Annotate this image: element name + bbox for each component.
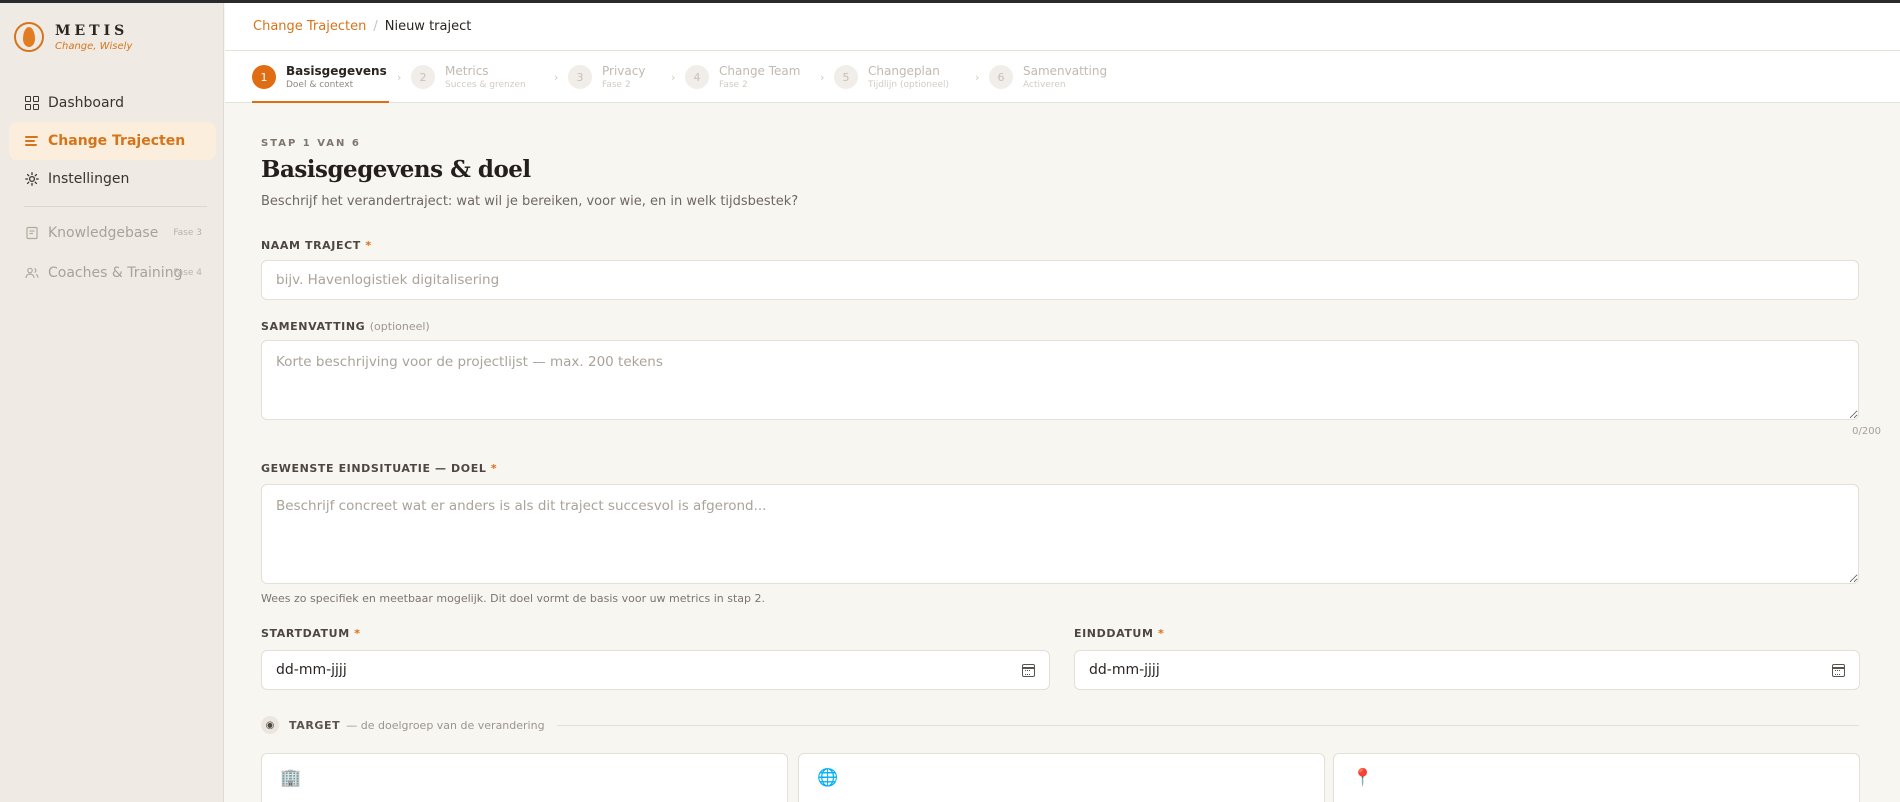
target-label: TARGET [289, 718, 341, 732]
brand-tagline: Change, Wisely [55, 41, 133, 52]
date-value: dd-mm-jjjj [1089, 662, 1160, 678]
brand[interactable]: METIS Change, Wisely [14, 20, 214, 60]
brand-name: METIS [55, 23, 129, 39]
step-number: 2 [411, 65, 435, 89]
step-number: 4 [685, 65, 709, 89]
breadcrumb-separator: / [373, 19, 378, 34]
step-number: 1 [252, 65, 276, 89]
step-title: Metrics [445, 64, 489, 78]
page-subtitle: Beschrijf het verandertraject: wat wil j… [261, 194, 799, 209]
chevron-right-icon: › [820, 71, 825, 84]
sidebar-item-label: Instellingen [48, 171, 130, 187]
samenvatting-textarea[interactable] [261, 340, 1859, 420]
sidebar-item-dashboard[interactable]: Dashboard [9, 84, 216, 122]
breadcrumb-current: Nieuw traject [384, 19, 472, 34]
chevron-right-icon: › [554, 71, 559, 84]
doel-textarea[interactable] [261, 484, 1859, 584]
target-card-location[interactable]: 📍 [1333, 753, 1860, 802]
step-title: Privacy [602, 64, 646, 78]
sidebar-item-label: Knowledgebase [48, 225, 159, 241]
dashboard-grid-icon [25, 96, 39, 110]
character-counter: 0/200 [1852, 426, 1881, 437]
step-subtitle: Tijdlijn (optioneel) [868, 80, 950, 90]
target-section-header: ◉ TARGET — de doelgroep van de veranderi… [261, 716, 1859, 734]
chevron-right-icon: › [397, 71, 402, 84]
chevron-right-icon: › [671, 71, 676, 84]
pin-icon: 📍 [1352, 768, 1374, 788]
doel-label: GEWENSTE EINDSITUATIE — DOEL * [261, 462, 498, 475]
samenvatting-label: SAMENVATTING (optioneel) [261, 320, 430, 333]
breadcrumb: Change Trajecten / Nieuw traject [225, 3, 1900, 51]
list-icon [25, 134, 39, 148]
step-subtitle: Doel & context [286, 80, 354, 90]
eye-icon: ◉ [261, 716, 279, 734]
startdatum-label: STARTDATUM * [261, 627, 361, 640]
sidebar-item-knowledgebase[interactable]: Knowledgebase Fase 3 [9, 214, 216, 252]
active-step-indicator [252, 101, 389, 103]
step-title: Basisgegevens [286, 64, 387, 78]
step-number: 5 [834, 65, 858, 89]
sidebar-item-label: Coaches & Training [48, 265, 183, 281]
doel-hint: Wees zo specifiek en meetbaar mogelijk. … [261, 592, 765, 605]
step-privacy[interactable]: 3 Privacy Fase 2 [568, 51, 645, 103]
step-samenvatting[interactable]: 6 Samenvatting Activeren [989, 51, 1107, 103]
sidebar-item-label: Change Trajecten [48, 133, 186, 149]
step-subtitle: Fase 2 [602, 80, 631, 90]
step-number: 6 [989, 65, 1013, 89]
calendar-icon[interactable] [1022, 664, 1035, 677]
step-change-team[interactable]: 4 Change Team Fase 2 [685, 51, 800, 103]
startdatum-input[interactable]: dd-mm-jjjj [261, 650, 1050, 690]
naam-traject-label: NAAM TRAJECT * [261, 239, 372, 252]
sidebar: METIS Change, Wisely Dashboard Change Tr… [0, 3, 224, 802]
section-divider [556, 724, 1859, 726]
chevron-right-icon: › [975, 71, 980, 84]
building-icon: 🏢 [280, 768, 302, 788]
step-subtitle: Fase 2 [719, 80, 748, 90]
sidebar-item-change-trajecten[interactable]: Change Trajecten [9, 122, 216, 160]
page-title: Basisgegevens & doel [261, 156, 531, 183]
sidebar-item-label: Dashboard [48, 95, 124, 111]
step-title: Samenvatting [1023, 64, 1108, 78]
logo-icon [14, 22, 44, 52]
target-card-organisation[interactable]: 🏢 [261, 753, 788, 802]
step-changeplan[interactable]: 5 Changeplan Tijdlijn (optioneel) [834, 51, 949, 103]
step-indicator: STAP 1 VAN 6 [261, 138, 361, 149]
step-title: Change Team [719, 64, 801, 78]
einddatum-input[interactable]: dd-mm-jjjj [1074, 650, 1860, 690]
einddatum-label: EINDDATUM * [1074, 627, 1165, 640]
sidebar-divider [24, 206, 207, 207]
step-subtitle: Succes & grenzen [445, 80, 526, 90]
wizard-stepper: 1 Basisgegevens Doel & context › 2 Metri… [225, 51, 1900, 103]
phase-badge: Fase 3 [173, 228, 202, 238]
date-value: dd-mm-jjjj [276, 662, 347, 678]
form-content: STAP 1 VAN 6 Basisgegevens & doel Beschr… [225, 104, 1900, 802]
step-title: Changeplan [868, 64, 940, 78]
step-subtitle: Activeren [1023, 80, 1066, 90]
step-metrics[interactable]: 2 Metrics Succes & grenzen [411, 51, 526, 103]
sidebar-item-coaches-training[interactable]: Coaches & Training Fase 4 [9, 254, 216, 292]
book-icon [25, 226, 39, 240]
target-description: — de doelgroep van de verandering [346, 718, 545, 732]
step-number: 3 [568, 65, 592, 89]
naam-traject-input[interactable] [261, 260, 1859, 300]
globe-icon: 🌐 [817, 768, 839, 788]
sidebar-item-instellingen[interactable]: Instellingen [9, 160, 216, 198]
users-icon [25, 266, 39, 280]
phase-badge: Fase 4 [173, 268, 202, 278]
target-card-global[interactable]: 🌐 [798, 753, 1325, 802]
step-basisgegevens[interactable]: 1 Basisgegevens Doel & context [252, 51, 387, 103]
calendar-icon[interactable] [1832, 664, 1845, 677]
gear-icon [25, 172, 39, 186]
breadcrumb-parent-link[interactable]: Change Trajecten [253, 19, 366, 34]
